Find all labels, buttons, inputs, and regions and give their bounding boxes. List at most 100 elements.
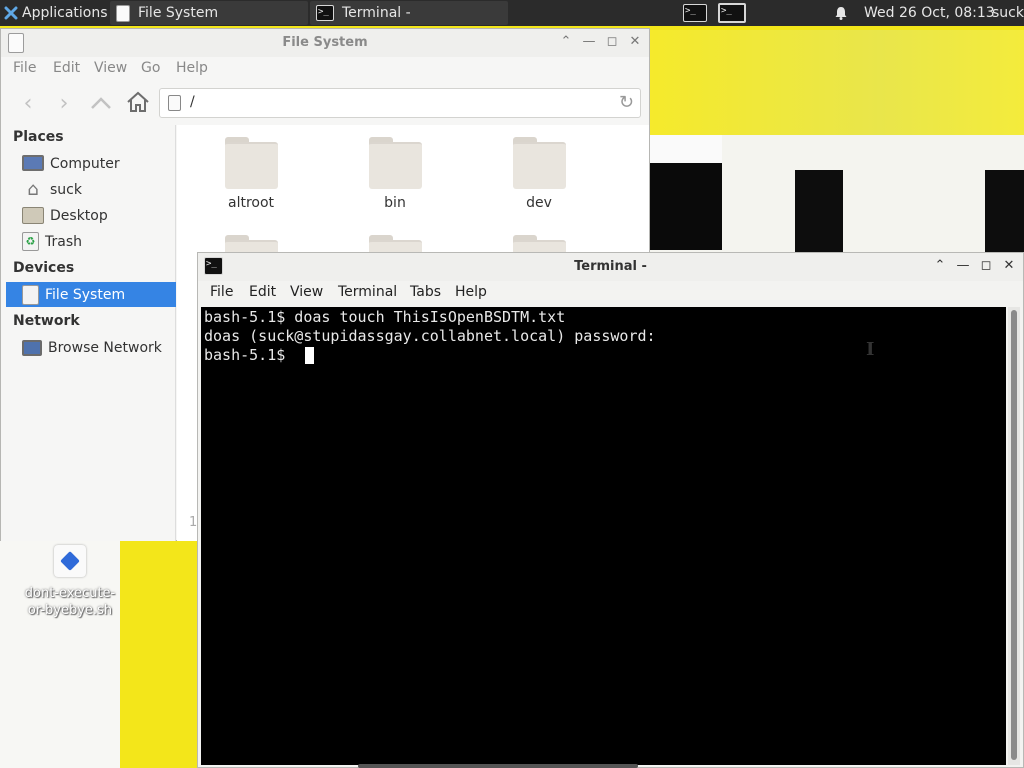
launcher-terminal-2[interactable]: >_ (715, 0, 749, 26)
terminal-line: bash-5.1$ (204, 346, 295, 364)
menu-view[interactable]: View (290, 284, 323, 300)
folder-name: altroot (227, 195, 275, 211)
menu-terminal[interactable]: Terminal (338, 284, 397, 300)
location-bar[interactable]: / ↻ (159, 88, 641, 118)
user-menu[interactable]: suck (992, 0, 1024, 26)
taskbar-item-terminal[interactable]: >_ Terminal - (310, 1, 508, 25)
wallpaper-yellow-area (640, 30, 1024, 135)
ibeam-cursor-icon: I (866, 339, 875, 360)
menu-edit[interactable]: Edit (53, 60, 80, 76)
sidebar-item-label: Computer (50, 155, 120, 172)
menu-file[interactable]: File (13, 60, 36, 76)
script-file-icon (54, 545, 86, 577)
sidebar-item-trash[interactable]: ♻ Trash (6, 229, 176, 254)
menu-go[interactable]: Go (141, 60, 160, 76)
chevron-up-icon (91, 97, 111, 109)
applications-label: Applications (22, 5, 108, 21)
folder-dev[interactable]: dev (489, 125, 589, 215)
forward-button[interactable]: › (51, 91, 77, 117)
terminal-window: >_ Terminal - ⌃ — ◻ ✕ File Edit View Ter… (197, 252, 1024, 768)
back-button[interactable]: ‹ (15, 91, 41, 117)
computer-icon (22, 154, 44, 171)
terminal-icon: >_ (316, 5, 334, 21)
desktop-file-label-line2: or-byebye.sh (27, 603, 113, 618)
reload-icon[interactable]: ↻ (619, 92, 634, 113)
desktop-file-dont-execute[interactable]: dont-execute- or-byebye.sh (18, 543, 122, 623)
folder-altroot[interactable]: altroot (201, 125, 301, 215)
maximize-button[interactable]: ◻ (604, 34, 620, 50)
top-panel: Applications File System >_ Terminal - >… (0, 0, 1024, 26)
maximize-button[interactable]: ◻ (978, 258, 994, 274)
taskbar-label: Terminal - (342, 5, 411, 21)
chevron-up-icon[interactable]: ⌃ (932, 258, 948, 274)
window-title: Terminal - (574, 259, 647, 274)
window-title: File System (282, 35, 368, 50)
location-path: / (190, 94, 195, 110)
drive-icon (168, 95, 181, 111)
launcher-terminal[interactable]: >_ (680, 0, 710, 26)
drive-icon (22, 284, 39, 305)
desktop-icon (22, 207, 44, 224)
terminal-output[interactable]: bash-5.1$ doas touch ThisIsOpenBSDTM.txt… (201, 307, 1006, 765)
file-manager-icon (116, 4, 130, 22)
file-manager-toolbar: ‹ › / ↻ (1, 83, 649, 125)
parent-folder-button[interactable] (88, 91, 114, 117)
sidebar-item-label: Browse Network (48, 339, 162, 356)
menu-view[interactable]: View (94, 60, 127, 76)
terminal-icon: >_ (718, 3, 746, 23)
sidebar-item-desktop[interactable]: Desktop (6, 203, 176, 228)
home-icon (127, 91, 149, 112)
file-manager-titlebar[interactable]: File System ⌃ — ◻ ✕ (1, 29, 649, 57)
sidebar-header-places: Places (13, 129, 64, 145)
terminal-line: doas (suck@stupidassgay.collabnet.local)… (204, 327, 656, 345)
home-button[interactable] (125, 91, 151, 117)
bell-icon (835, 7, 847, 20)
menu-file[interactable]: File (210, 284, 233, 300)
notifications-button[interactable] (832, 0, 850, 26)
terminal-line: bash-5.1$ doas touch ThisIsOpenBSDTM.txt (204, 308, 566, 326)
sidebar-item-label: Desktop (50, 207, 108, 224)
text-cursor (305, 347, 314, 364)
sidebar-item-label: Trash (45, 233, 82, 250)
minimize-button[interactable]: — (581, 34, 597, 50)
network-icon (22, 339, 42, 356)
menu-help[interactable]: Help (455, 284, 487, 300)
horizontal-scroll-indicator (358, 764, 638, 768)
desktop-file-label-line1: dont-execute- (24, 586, 116, 601)
wallpaper-black-shape (795, 170, 843, 255)
menu-help[interactable]: Help (176, 60, 208, 76)
sidebar-item-file-system[interactable]: File System (6, 282, 176, 307)
sidebar-item-label: suck (50, 181, 82, 198)
folder-icon (369, 137, 422, 189)
close-button[interactable]: ✕ (627, 34, 643, 50)
menu-tabs[interactable]: Tabs (410, 284, 441, 300)
folder-name: dev (526, 195, 552, 211)
clock[interactable]: Wed 26 Oct, 08:13 (864, 0, 995, 26)
sidebar-header-network: Network (13, 313, 80, 329)
taskbar-item-file-system[interactable]: File System (110, 1, 308, 25)
folder-icon (513, 137, 566, 189)
sidebar: Places Computer ⌂ suck Desktop ♻ Trash D… (1, 125, 176, 541)
sidebar-header-devices: Devices (13, 260, 75, 276)
sidebar-item-computer[interactable]: Computer (6, 151, 176, 176)
terminal-icon: >_ (683, 4, 707, 22)
terminal-titlebar[interactable]: >_ Terminal - ⌃ — ◻ ✕ (198, 253, 1023, 281)
terminal-menubar: File Edit View Terminal Tabs Help (198, 281, 1023, 305)
terminal-scrollbar[interactable] (1008, 307, 1020, 765)
sidebar-item-browse-network[interactable]: Browse Network (6, 335, 176, 360)
wallpaper-black-shape (985, 170, 1024, 255)
sidebar-item-home[interactable]: ⌂ suck (6, 177, 176, 202)
menu-edit[interactable]: Edit (249, 284, 276, 300)
desktop-file-label: dont-execute- or-byebye.sh (18, 585, 122, 619)
folder-bin[interactable]: bin (345, 125, 445, 215)
xfce-logo-icon (4, 6, 18, 20)
scrollbar-thumb[interactable] (1011, 310, 1017, 760)
applications-menu[interactable]: Applications (0, 0, 108, 26)
sidebar-item-label: File System (45, 286, 126, 303)
folder-name: bin (384, 195, 406, 211)
close-button[interactable]: ✕ (1001, 258, 1017, 274)
home-icon: ⌂ (27, 178, 39, 200)
minimize-button[interactable]: — (955, 258, 971, 274)
trash-icon: ♻ (22, 232, 39, 251)
chevron-up-icon[interactable]: ⌃ (558, 34, 574, 50)
